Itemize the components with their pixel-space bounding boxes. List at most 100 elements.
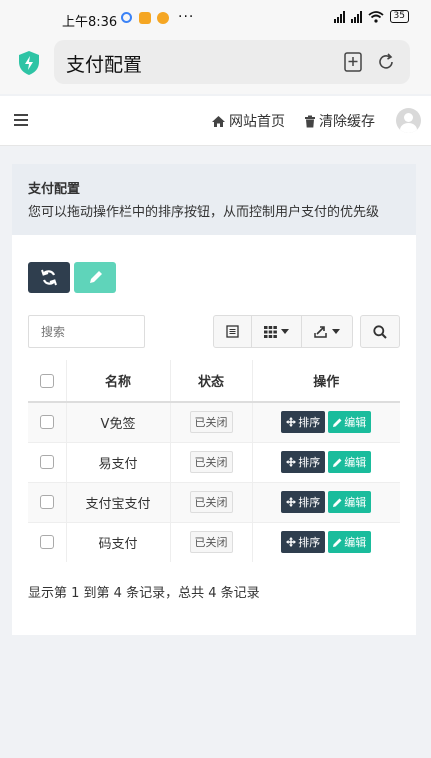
edit-label: 编辑 [344, 456, 367, 469]
home-link-label: 网站首页 [229, 114, 285, 130]
table-row: V免签 已关闭 排序 编辑 [28, 401, 400, 442]
column-header-status[interactable]: 状态 [169, 360, 252, 403]
row-name: V免签 [65, 401, 170, 442]
row-actions: 排序 编辑 [251, 481, 400, 522]
row-checkbox[interactable] [39, 495, 54, 509]
edit-label: 编辑 [344, 536, 367, 550]
edit-label: 编辑 [344, 416, 367, 430]
panel-header: 支付配置 您可以拖动操作栏中的排序按钮，从而控制用户支付的优先级 [12, 164, 416, 235]
pencil-icon [90, 271, 102, 283]
row-name: 易支付 [65, 441, 170, 482]
row-status-cell: 已关闭 [169, 521, 252, 562]
browser-bar: 支付配置 [0, 36, 431, 94]
row-checkbox-cell [28, 401, 66, 442]
sort-button[interactable]: 排序 [281, 451, 326, 473]
weibo-notification-icon [157, 12, 169, 24]
list-view-icon [226, 325, 239, 338]
sort-label: 排序 [298, 496, 321, 509]
row-checkbox-cell [28, 441, 66, 482]
column-header-actions: 操作 [251, 360, 400, 403]
columns-dropdown-button[interactable] [252, 316, 302, 347]
row-actions: 排序 编辑 [251, 521, 400, 562]
export-icon [314, 326, 327, 338]
table-toolbar [213, 315, 353, 348]
sort-label: 排序 [298, 536, 321, 550]
status-badge: 已关闭 [189, 451, 233, 473]
move-icon [286, 497, 297, 507]
home-icon [212, 115, 225, 127]
sort-button[interactable]: 排序 [281, 411, 326, 434]
edit-label: 编辑 [344, 496, 367, 509]
toggle-view-button[interactable] [214, 316, 252, 347]
table-row: 支付宝支付 已关闭 排序 编辑 [28, 481, 400, 522]
search-button[interactable] [360, 315, 400, 348]
column-header-name[interactable]: 名称 [65, 360, 170, 403]
row-edit-button[interactable]: 编辑 [328, 411, 372, 434]
table-row: 码支付 已关闭 排序 编辑 [28, 521, 400, 562]
search-input[interactable] [28, 315, 145, 348]
row-name: 支付宝支付 [65, 481, 170, 522]
row-edit-button[interactable]: 编辑 [328, 491, 372, 513]
select-all-cell [28, 360, 66, 403]
status-badge: 已关闭 [189, 531, 233, 554]
page-title: 支付配置 [66, 54, 143, 76]
avatar[interactable] [396, 108, 421, 133]
pencil-icon [333, 538, 342, 547]
row-checkbox-cell [28, 521, 66, 562]
sort-label: 排序 [298, 456, 321, 469]
clear-cache-label: 清除缓存 [319, 114, 375, 130]
wifi-icon [367, 10, 384, 23]
move-icon [286, 417, 297, 428]
status-time: 上午8:36 [62, 15, 118, 30]
sort-button[interactable]: 排序 [281, 491, 326, 513]
row-checkbox-cell [28, 481, 66, 522]
status-right: 35 [333, 10, 409, 23]
payment-config-panel: 支付配置 您可以拖动操作栏中的排序按钮，从而控制用户支付的优先级 搜索 名称 状… [12, 164, 416, 635]
caret-down-icon [281, 329, 289, 334]
row-checkbox[interactable] [39, 535, 54, 550]
grid-icon [264, 325, 277, 338]
shield-icon [19, 51, 39, 75]
sort-button[interactable]: 排序 [281, 531, 326, 554]
row-actions: 排序 编辑 [251, 441, 400, 482]
refresh-icon[interactable] [376, 52, 396, 72]
status-bar: 上午8:36 ··· 35 [0, 0, 431, 36]
table-header-row: 名称 状态 操作 [28, 360, 400, 403]
row-checkbox[interactable] [39, 415, 54, 430]
trash-icon [305, 115, 315, 127]
table-row: 易支付 已关闭 排序 编辑 [28, 441, 400, 482]
caret-down-icon [332, 329, 340, 334]
address-bar[interactable]: 支付配置 [54, 40, 410, 84]
row-name: 码支付 [65, 521, 170, 562]
move-icon [286, 457, 297, 467]
row-status-cell: 已关闭 [169, 481, 252, 522]
top-nav: 网站首页 清除缓存 [0, 96, 431, 146]
row-edit-button[interactable]: 编辑 [328, 531, 372, 554]
payment-table: 名称 状态 操作 V免签 已关闭 排序 编辑 易支付 已关闭 排序 编辑 支付宝… [28, 360, 400, 562]
refresh-icon [41, 269, 57, 286]
row-status-cell: 已关闭 [169, 401, 252, 442]
status-badge: 已关闭 [189, 491, 233, 513]
refresh-button[interactable] [28, 262, 70, 293]
export-dropdown-button[interactable] [302, 316, 352, 347]
battery-icon: 35 [389, 10, 409, 23]
pencil-icon [333, 418, 342, 427]
signal-icon [333, 10, 345, 23]
pencil-icon [333, 458, 342, 467]
edit-button[interactable] [74, 262, 116, 293]
clear-cache-link[interactable]: 清除缓存 [304, 111, 375, 131]
select-all-checkbox[interactable] [39, 373, 54, 388]
bookmark-add-icon[interactable] [344, 52, 362, 72]
row-checkbox[interactable] [39, 455, 54, 469]
signal-icon-2 [350, 10, 362, 23]
row-status-cell: 已关闭 [169, 441, 252, 482]
notification-icon [121, 12, 132, 23]
row-edit-button[interactable]: 编辑 [328, 451, 372, 473]
home-link[interactable]: 网站首页 [211, 111, 285, 131]
search-icon [373, 324, 387, 339]
menu-icon[interactable] [14, 114, 28, 126]
more-notifications-icon: ··· [178, 9, 195, 25]
status-badge: 已关闭 [189, 411, 233, 434]
pagination-summary: 显示第 1 到第 4 条记录，总共 4 条记录 [28, 586, 260, 601]
move-icon [286, 537, 297, 548]
